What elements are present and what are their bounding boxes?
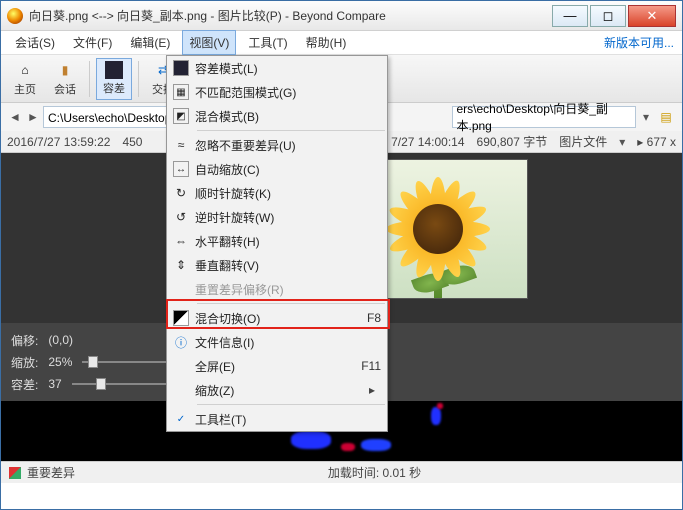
info-icon: ⓘ (167, 334, 195, 351)
approx-icon: ≈ (167, 138, 195, 152)
menu-auto-zoom[interactable]: ↔自动缩放(C) (167, 157, 387, 181)
menubar: 会话(S) 文件(F) 编辑(E) 视图(V) 工具(T) 帮助(H) 新版本可… (1, 31, 682, 55)
flip-v-icon: ⇕ (167, 258, 195, 272)
rotate-cw-icon: ↻ (167, 186, 195, 200)
zoom-label: 缩放: (11, 354, 38, 371)
menu-fullscreen[interactable]: 全屏(E)F11 (167, 354, 387, 378)
right-date: 7/27 14:00:14 (391, 135, 464, 149)
view-menu-dropdown: 容差模式(L) ▦不匹配范围模式(G) ◩混合模式(B) ≈忽略不重要差异(U)… (166, 55, 388, 432)
menu-reset-offset: 重置差异偏移(R) (167, 277, 387, 301)
tolerance-icon (105, 61, 123, 79)
submenu-arrow-icon: ▸ (369, 383, 381, 397)
right-type: 图片文件 (559, 133, 607, 150)
menu-help[interactable]: 帮助(H) (300, 31, 353, 54)
menu-session[interactable]: 会话(S) (9, 31, 61, 54)
tolerance-label: 容差: (11, 376, 38, 393)
offset-label: 偏移: (11, 332, 38, 349)
separator (138, 61, 139, 97)
left-date: 2016/7/27 13:59:22 (7, 135, 110, 149)
left-size: 450 (122, 135, 142, 149)
dimensions: ▸ 677 x (637, 135, 676, 149)
path-input-right[interactable]: ers\echo\Desktop\向日葵_副本.png (452, 106, 637, 128)
offset-value: (0,0) (48, 333, 73, 347)
flip-h-icon: ⇔ (167, 234, 195, 248)
app-icon (7, 8, 23, 24)
right-size: 690,807 字节 (477, 133, 548, 150)
blend-icon: ◩ (173, 108, 189, 124)
home-icon: ⌂ (15, 60, 35, 80)
minimize-button[interactable]: — (552, 5, 588, 27)
maximize-button[interactable]: ◻ (590, 5, 626, 27)
menu-blend-mode[interactable]: ◩混合模式(B) (167, 104, 387, 128)
menu-toolbar[interactable]: ✓工具栏(T) (167, 407, 387, 431)
menu-blend-toggle[interactable]: 混合切换(O)F8 (167, 306, 387, 330)
window-title: 向日葵.png <--> 向日葵_副本.png - 图片比较(P) - Beyo… (29, 7, 550, 24)
diff-indicator-icon (9, 467, 21, 479)
menu-zoom[interactable]: 缩放(Z)▸ (167, 378, 387, 402)
titlebar: 向日葵.png <--> 向日葵_副本.png - 图片比较(P) - Beyo… (1, 1, 682, 31)
menu-flip-h[interactable]: ⇔水平翻转(H) (167, 229, 387, 253)
tolerance-value: 37 (48, 377, 61, 391)
history-fwd-icon[interactable]: ► (25, 109, 41, 125)
close-button[interactable]: ✕ (628, 5, 676, 27)
tolerance-mode-icon (173, 60, 189, 76)
session-button[interactable]: ▮会话 (47, 58, 83, 100)
menu-flip-v[interactable]: ⇕垂直翻转(V) (167, 253, 387, 277)
type-dropdown-icon[interactable]: ▾ (619, 135, 625, 149)
tolerance-button[interactable]: 容差 (96, 58, 132, 100)
window-buttons: — ◻ ✕ (550, 5, 676, 27)
status-bar: 重要差异 加载时间: 0.01 秒 (1, 461, 682, 483)
check-icon: ✓ (173, 411, 189, 427)
menu-mismatch-mode[interactable]: ▦不匹配范围模式(G) (167, 80, 387, 104)
menu-tools[interactable]: 工具(T) (242, 31, 293, 54)
menu-rotate-ccw[interactable]: ↺逆时针旋转(W) (167, 205, 387, 229)
autozoom-icon: ↔ (173, 161, 189, 177)
blend-toggle-icon (173, 310, 189, 326)
mismatch-icon: ▦ (173, 84, 189, 100)
status-center: 加载时间: 0.01 秒 (75, 464, 674, 481)
briefcase-icon: ▮ (55, 60, 75, 80)
menu-view[interactable]: 视图(V) (182, 30, 236, 55)
menu-file-info[interactable]: ⓘ文件信息(I) (167, 330, 387, 354)
history-back-icon[interactable]: ◄ (7, 109, 23, 125)
home-button[interactable]: ⌂主页 (7, 58, 43, 100)
rotate-ccw-icon: ↺ (167, 210, 195, 224)
menu-rotate-cw[interactable]: ↻顺时针旋转(K) (167, 181, 387, 205)
update-link[interactable]: 新版本可用... (604, 34, 674, 51)
path-dropdown-icon[interactable]: ▾ (638, 110, 654, 124)
right-pane[interactable] (342, 153, 683, 323)
status-left: 重要差异 (27, 464, 75, 481)
menu-ignore-unimportant[interactable]: ≈忽略不重要差异(U) (167, 133, 387, 157)
menu-edit[interactable]: 编辑(E) (124, 31, 176, 54)
menu-file[interactable]: 文件(F) (67, 31, 118, 54)
separator (89, 61, 90, 97)
browse-icon[interactable]: ▤ (656, 107, 676, 127)
zoom-value: 25% (48, 355, 72, 369)
menu-tolerance-mode[interactable]: 容差模式(L) (167, 56, 387, 80)
